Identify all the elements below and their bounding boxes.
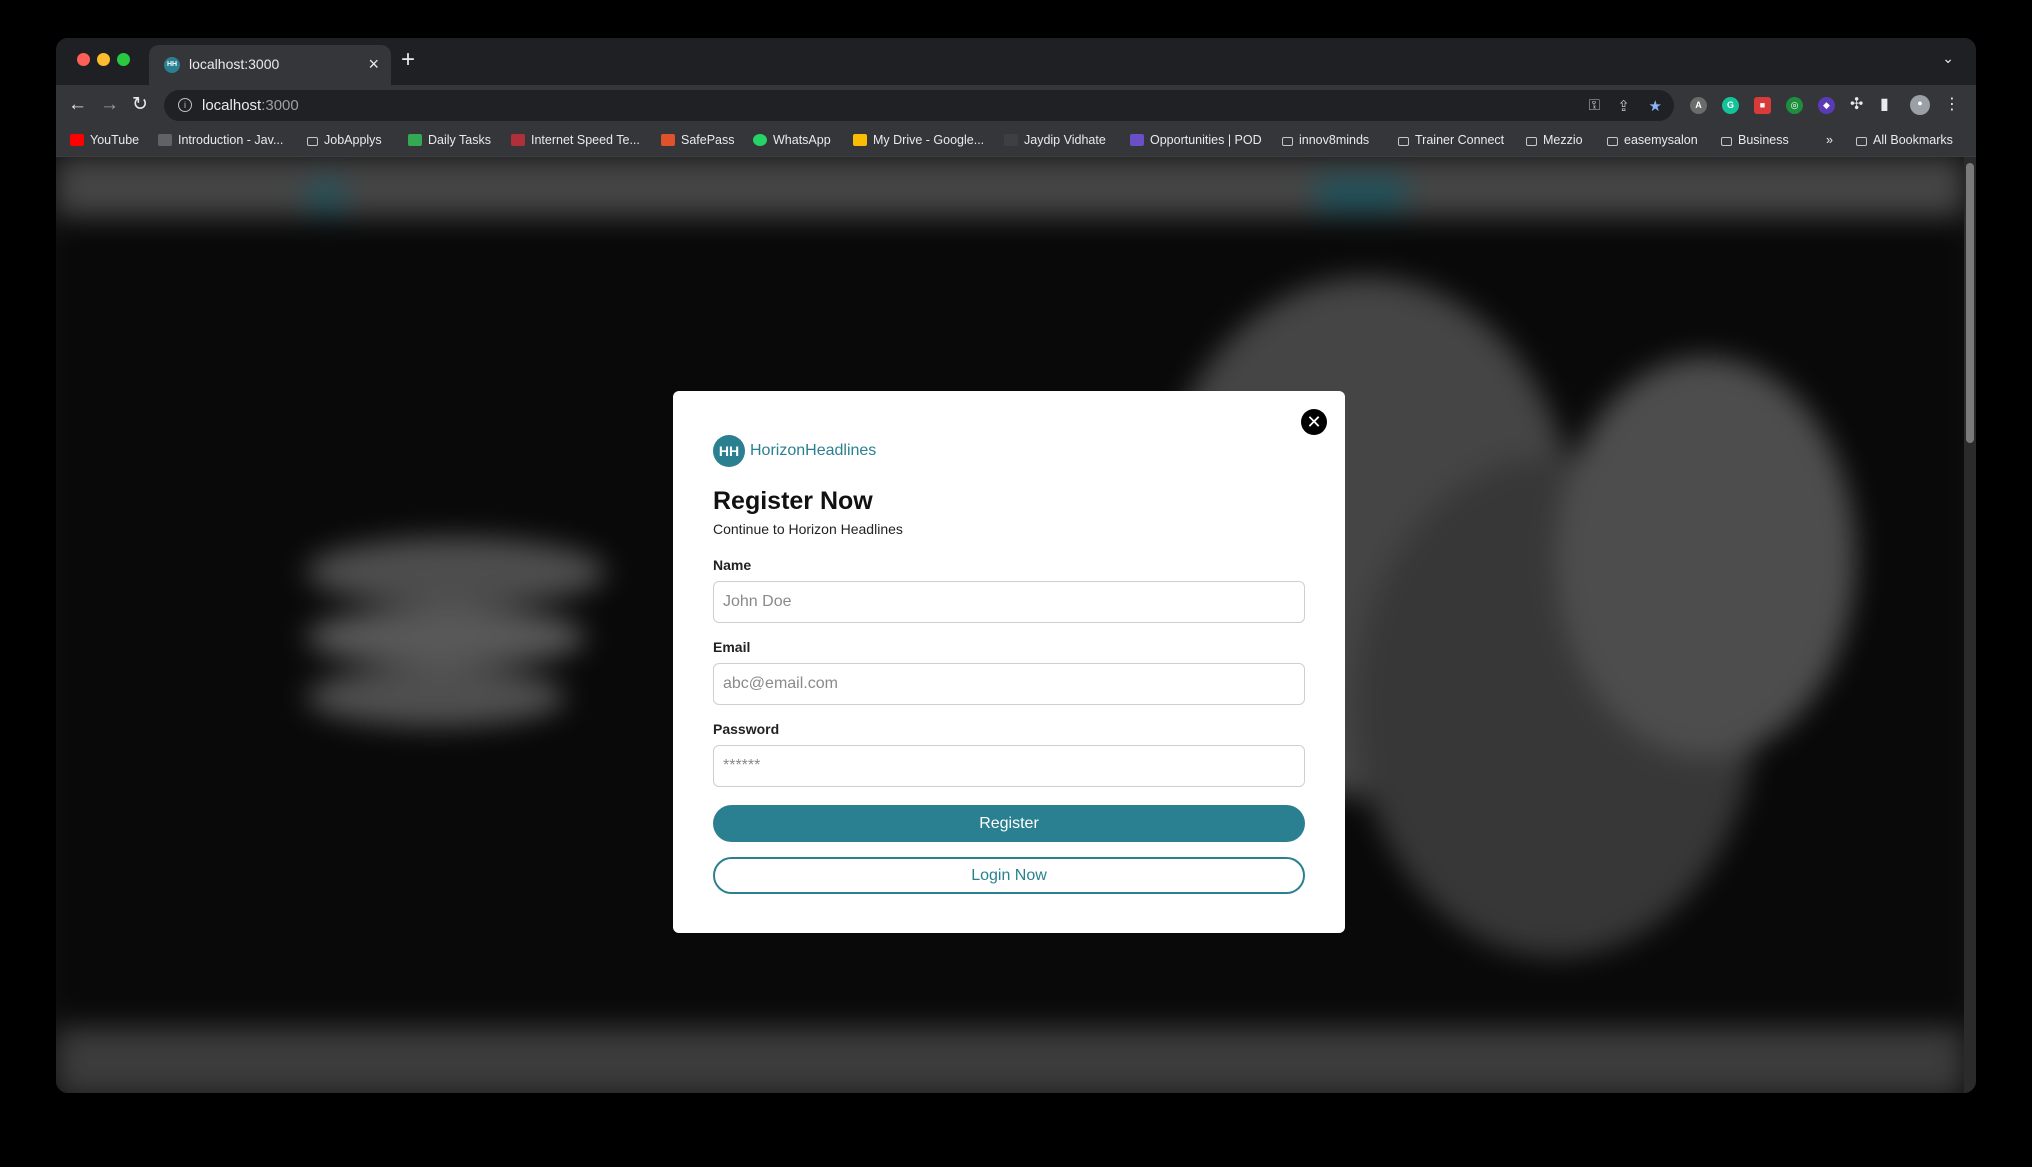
extension-grammarly-icon[interactable]: G bbox=[1722, 97, 1739, 114]
bookmark-daily-tasks[interactable]: Daily Tasks bbox=[408, 133, 491, 147]
tab-favicon-icon: HH bbox=[164, 57, 180, 73]
register-modal: ✕ HH HorizonHeadlines Register Now Conti… bbox=[673, 391, 1345, 933]
chevron-down-icon[interactable]: ⌄ bbox=[1942, 50, 1954, 67]
scrollbar-thumb[interactable] bbox=[1966, 163, 1974, 443]
extension-abp-icon[interactable]: A bbox=[1690, 97, 1707, 114]
bookmark-youtube[interactable]: YouTube bbox=[70, 133, 139, 147]
reload-icon[interactable]: ↻ bbox=[132, 93, 148, 117]
email-field[interactable] bbox=[713, 663, 1305, 705]
address-url[interactable]: localhost:3000 bbox=[202, 97, 299, 114]
modal-title: Register Now bbox=[713, 487, 873, 515]
all-bookmarks[interactable]: All Bookmarks bbox=[1856, 133, 1953, 147]
pod-icon bbox=[1130, 134, 1144, 146]
speed-icon bbox=[511, 134, 525, 146]
folder-icon bbox=[1398, 137, 1409, 146]
tab-close-icon[interactable]: × bbox=[368, 54, 379, 75]
name-field[interactable] bbox=[713, 581, 1305, 623]
maximize-window-button[interactable] bbox=[117, 53, 130, 66]
browser-toolbar: ← → ↻ i localhost:3000 ⚿ ⇪ ★ A G ■ ◎ ◆ ✣… bbox=[56, 85, 1976, 126]
tab-localhost[interactable]: HH localhost:3000 × bbox=[149, 45, 391, 85]
bookmark-jaydip-vidhate[interactable]: Jaydip Vidhate bbox=[1004, 133, 1106, 147]
bookmark-introduction[interactable]: Introduction - Jav... bbox=[158, 133, 283, 147]
bookmark-opportunities-pod[interactable]: Opportunities | POD bbox=[1130, 133, 1262, 147]
folder-icon bbox=[1856, 137, 1867, 146]
puzzle-extensions-icon[interactable]: ✣ bbox=[1850, 94, 1863, 114]
whatsapp-icon bbox=[753, 134, 767, 146]
extension-green-icon[interactable]: ◎ bbox=[1786, 97, 1803, 114]
folder-icon bbox=[1721, 137, 1732, 146]
bookmark-business[interactable]: Business bbox=[1721, 133, 1789, 147]
tab-strip: HH localhost:3000 × + ⌄ bbox=[56, 38, 1976, 85]
minimize-window-button[interactable] bbox=[97, 53, 110, 66]
extension-purple-icon[interactable]: ◆ bbox=[1818, 97, 1835, 114]
m-icon bbox=[158, 134, 172, 146]
menu-kebab-icon[interactable]: ⋮ bbox=[1944, 94, 1960, 114]
shield-icon bbox=[661, 134, 675, 146]
brand-badge: HH bbox=[713, 435, 745, 467]
page-viewport: ✕ HH HorizonHeadlines Register Now Conti… bbox=[56, 157, 1964, 1093]
close-icon[interactable]: ✕ bbox=[1301, 409, 1327, 435]
more-bookmarks-button[interactable]: » bbox=[1826, 133, 1833, 147]
password-label: Password bbox=[713, 721, 780, 737]
login-now-button[interactable]: Login Now bbox=[713, 857, 1305, 894]
brand-name: HorizonHeadlines bbox=[750, 442, 877, 459]
forward-arrow-icon[interactable]: → bbox=[100, 93, 119, 117]
bookmark-jobapplys[interactable]: JobApplys bbox=[307, 133, 382, 147]
drive-icon bbox=[853, 134, 867, 146]
address-bar[interactable]: i localhost:3000 ⚿ ⇪ ★ bbox=[164, 90, 1674, 121]
drive-icon bbox=[408, 134, 422, 146]
bookmark-innov8minds[interactable]: innov8minds bbox=[1282, 133, 1369, 147]
bookmark-mezzio[interactable]: Mezzio bbox=[1526, 133, 1583, 147]
close-window-button[interactable] bbox=[77, 53, 90, 66]
site-info-icon[interactable]: i bbox=[178, 98, 192, 112]
star-bookmark-icon[interactable]: ★ bbox=[1649, 97, 1662, 115]
folder-icon bbox=[307, 137, 318, 146]
key-icon[interactable]: ⚿ bbox=[1589, 97, 1600, 114]
folder-icon bbox=[1607, 137, 1618, 146]
folder-icon bbox=[1282, 137, 1293, 146]
bookmarks-bar: YouTube Introduction - Jav... JobApplys … bbox=[56, 126, 1976, 157]
tab-title: localhost:3000 bbox=[189, 56, 280, 72]
modal-subtitle: Continue to Horizon Headlines bbox=[713, 521, 903, 537]
register-button[interactable]: Register bbox=[713, 805, 1305, 842]
bookmark-trainer-connect[interactable]: Trainer Connect bbox=[1398, 133, 1504, 147]
email-label: Email bbox=[713, 639, 751, 655]
side-panel-icon[interactable]: ▮ bbox=[1880, 94, 1889, 114]
bookmark-easemysalon[interactable]: easemysalon bbox=[1607, 133, 1698, 147]
name-label: Name bbox=[713, 557, 752, 573]
back-arrow-icon[interactable]: ← bbox=[68, 93, 87, 117]
profile-avatar[interactable]: ● bbox=[1910, 95, 1930, 115]
bookmark-safepass[interactable]: SafePass bbox=[661, 133, 735, 147]
bookmark-my-drive[interactable]: My Drive - Google... bbox=[853, 133, 984, 147]
extension-red-icon[interactable]: ■ bbox=[1754, 97, 1771, 114]
folder-icon bbox=[1526, 137, 1537, 146]
browser-window: HH localhost:3000 × + ⌄ ← → ↻ i localhos… bbox=[56, 38, 1976, 1093]
new-tab-button[interactable]: + bbox=[401, 48, 415, 72]
youtube-icon bbox=[70, 134, 84, 146]
bookmark-whatsapp[interactable]: WhatsApp bbox=[753, 133, 831, 147]
share-icon[interactable]: ⇪ bbox=[1617, 97, 1630, 115]
password-field[interactable] bbox=[713, 745, 1305, 787]
jv-icon bbox=[1004, 134, 1018, 146]
bookmark-internet-speed[interactable]: Internet Speed Te... bbox=[511, 133, 640, 147]
